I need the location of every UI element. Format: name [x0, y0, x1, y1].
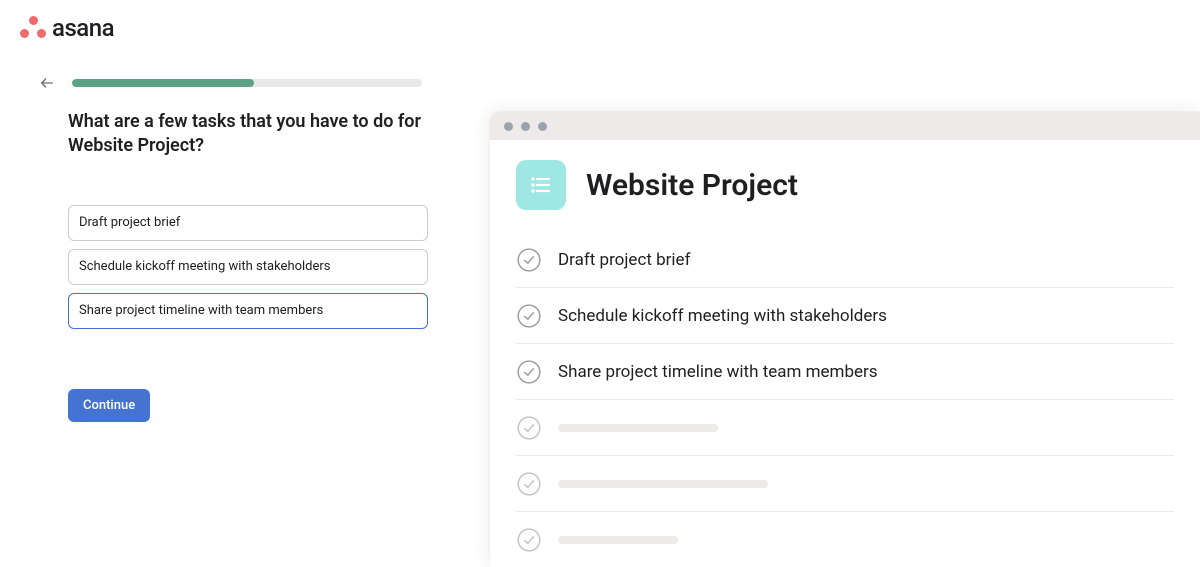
window-dot-icon: [538, 122, 547, 131]
asana-logo-icon: [20, 16, 46, 40]
progress-bar: [72, 79, 422, 87]
task-row-placeholder: [516, 512, 1174, 567]
onboarding-form: What are a few tasks that you have to do…: [68, 110, 428, 422]
check-circle-icon: [516, 471, 542, 497]
task-text: Draft project brief: [558, 250, 690, 270]
progress-row: [38, 74, 422, 92]
check-circle-icon: [516, 415, 542, 441]
task-row[interactable]: Schedule kickoff meeting with stakeholde…: [516, 288, 1174, 344]
task-row-placeholder: [516, 400, 1174, 456]
project-title: Website Project: [586, 168, 798, 203]
task-text: Share project timeline with team members: [558, 362, 878, 382]
asana-logo: asana: [20, 14, 114, 42]
task-row[interactable]: Draft project brief: [516, 232, 1174, 288]
back-arrow-icon[interactable]: [38, 74, 56, 92]
window-chrome: [490, 112, 1200, 140]
progress-fill: [72, 79, 254, 87]
task-input-1[interactable]: [68, 205, 428, 241]
project-list-icon: [516, 160, 566, 210]
project-preview-window: Website Project Draft project brief Sche…: [490, 112, 1200, 567]
task-row[interactable]: Share project timeline with team members: [516, 344, 1174, 400]
check-circle-icon[interactable]: [516, 303, 542, 329]
check-circle-icon[interactable]: [516, 247, 542, 273]
check-circle-icon[interactable]: [516, 359, 542, 385]
task-text: Schedule kickoff meeting with stakeholde…: [558, 306, 887, 326]
check-circle-icon: [516, 527, 542, 553]
task-input-3[interactable]: [68, 293, 428, 329]
placeholder-text: [558, 480, 768, 488]
task-row-placeholder: [516, 456, 1174, 512]
placeholder-text: [558, 536, 678, 544]
placeholder-text: [558, 424, 718, 432]
window-dot-icon: [521, 122, 530, 131]
task-input-2[interactable]: [68, 249, 428, 285]
asana-logo-text: asana: [52, 14, 114, 42]
task-list: Draft project brief Schedule kickoff mee…: [490, 232, 1200, 567]
form-prompt: What are a few tasks that you have to do…: [68, 110, 428, 159]
project-header: Website Project: [490, 140, 1200, 232]
window-dot-icon: [504, 122, 513, 131]
continue-button[interactable]: Continue: [68, 389, 150, 422]
